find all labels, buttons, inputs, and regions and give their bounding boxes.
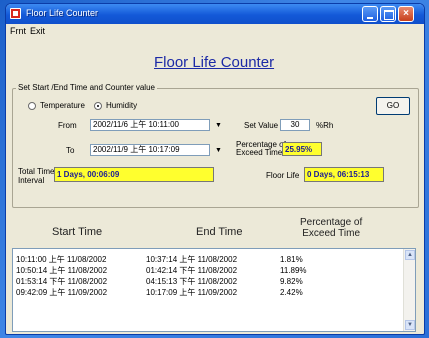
- close-icon: ×: [403, 8, 409, 19]
- total-time-label: Total Time Interval: [18, 167, 54, 185]
- list-scrollbar[interactable]: ▲ ▼: [403, 249, 415, 331]
- list-item[interactable]: 01:53:14 下午 11/08/2002 04:15:13 下午 11/08…: [16, 277, 406, 287]
- row-end-time: 10:37:14 上午 11/08/2002: [146, 255, 238, 264]
- humidity-radio-label: Humidity: [106, 101, 138, 110]
- window-title: Floor Life Counter: [26, 8, 99, 18]
- minimize-button[interactable]: [362, 6, 378, 22]
- percentage-header-line2: Exceed Time: [302, 228, 361, 239]
- close-button[interactable]: ×: [398, 6, 414, 22]
- row-percentage: 9.82%: [280, 277, 303, 286]
- total-time-label-line1: Total Time: [18, 167, 55, 176]
- set-value-label: Set Value: [244, 121, 279, 130]
- temperature-radio[interactable]: [28, 102, 36, 110]
- go-button[interactable]: GO: [376, 97, 410, 115]
- start-time-header: Start Time: [52, 226, 103, 238]
- percentage-value: 25.95%: [282, 142, 322, 156]
- to-datetime-value: 2002/11/9 上午 10:17:09: [93, 145, 180, 154]
- to-datetime-field[interactable]: 2002/11/9 上午 10:17:09: [90, 144, 210, 156]
- scroll-up-icon[interactable]: ▲: [405, 250, 415, 260]
- row-start-time: 09:42:09 上午 11/09/2002: [16, 288, 108, 297]
- total-time-value: 1 Days, 00:06:09: [54, 167, 214, 182]
- row-end-time: 10:17:09 上午 11/09/2002: [146, 288, 238, 297]
- total-time-label-line2: Interval: [18, 176, 45, 185]
- scroll-down-icon[interactable]: ▼: [405, 320, 415, 330]
- menu-item-frnt[interactable]: Frnt: [10, 26, 26, 36]
- row-percentage: 1.81%: [280, 255, 303, 264]
- set-value-input[interactable]: 30: [280, 119, 310, 131]
- row-start-time: 10:11:00 上午 11/08/2002: [16, 255, 107, 264]
- percentage-header-line1: Percentage of: [300, 217, 363, 228]
- list-item[interactable]: 09:42:09 上午 11/09/2002 10:17:09 上午 11/09…: [16, 288, 406, 298]
- chevron-down-icon[interactable]: ▼: [214, 121, 223, 130]
- percentage-label: Percentage of Exceed Time: [236, 141, 286, 157]
- humidity-radio[interactable]: [94, 102, 102, 110]
- app-window: Floor Life Counter × Frnt Exit Floor Lif…: [5, 3, 425, 335]
- app-icon: [10, 8, 21, 19]
- row-start-time: 10:50:14 上午 11/08/2002: [16, 266, 108, 275]
- list-item[interactable]: 10:50:14 上午 11/08/2002 01:42:14 下午 11/08…: [16, 266, 406, 276]
- from-label: From: [58, 121, 77, 130]
- row-start-time: 01:53:14 下午 11/08/2002: [16, 277, 108, 286]
- floor-life-value: 0 Days, 06:15:13: [304, 167, 384, 182]
- row-percentage: 2.42%: [280, 288, 303, 297]
- set-value-unit: %Rh: [316, 121, 334, 130]
- row-end-time: 01:42:14 下午 11/08/2002: [146, 266, 238, 275]
- row-percentage: 11.89%: [280, 266, 307, 275]
- chevron-down-icon[interactable]: ▼: [214, 146, 223, 155]
- floor-life-label: Floor Life: [266, 171, 300, 180]
- title-bar[interactable]: Floor Life Counter ×: [6, 4, 424, 24]
- percentage-header: Percentage of Exceed Time: [300, 217, 362, 239]
- from-datetime-value: 2002/11/6 上午 10:11:00: [93, 120, 179, 129]
- from-datetime-field[interactable]: 2002/11/6 上午 10:11:00: [90, 119, 210, 131]
- maximize-button[interactable]: [380, 6, 396, 22]
- temperature-radio-label: Temperature: [40, 101, 85, 110]
- menu-bar: Frnt Exit: [6, 24, 424, 38]
- results-list[interactable]: 10:11:00 上午 11/08/2002 10:37:14 上午 11/08…: [12, 248, 416, 332]
- end-time-header: End Time: [196, 226, 243, 238]
- menu-item-exit[interactable]: Exit: [30, 26, 45, 36]
- list-item[interactable]: 10:11:00 上午 11/08/2002 10:37:14 上午 11/08…: [16, 255, 406, 265]
- page-title: Floor Life Counter: [154, 54, 275, 71]
- row-end-time: 04:15:13 下午 11/08/2002: [146, 277, 238, 286]
- percentage-label-line2: Exceed Time: [236, 148, 283, 157]
- settings-group-label: Set Start /End Time and Counter value: [16, 83, 157, 92]
- to-label: To: [66, 146, 75, 155]
